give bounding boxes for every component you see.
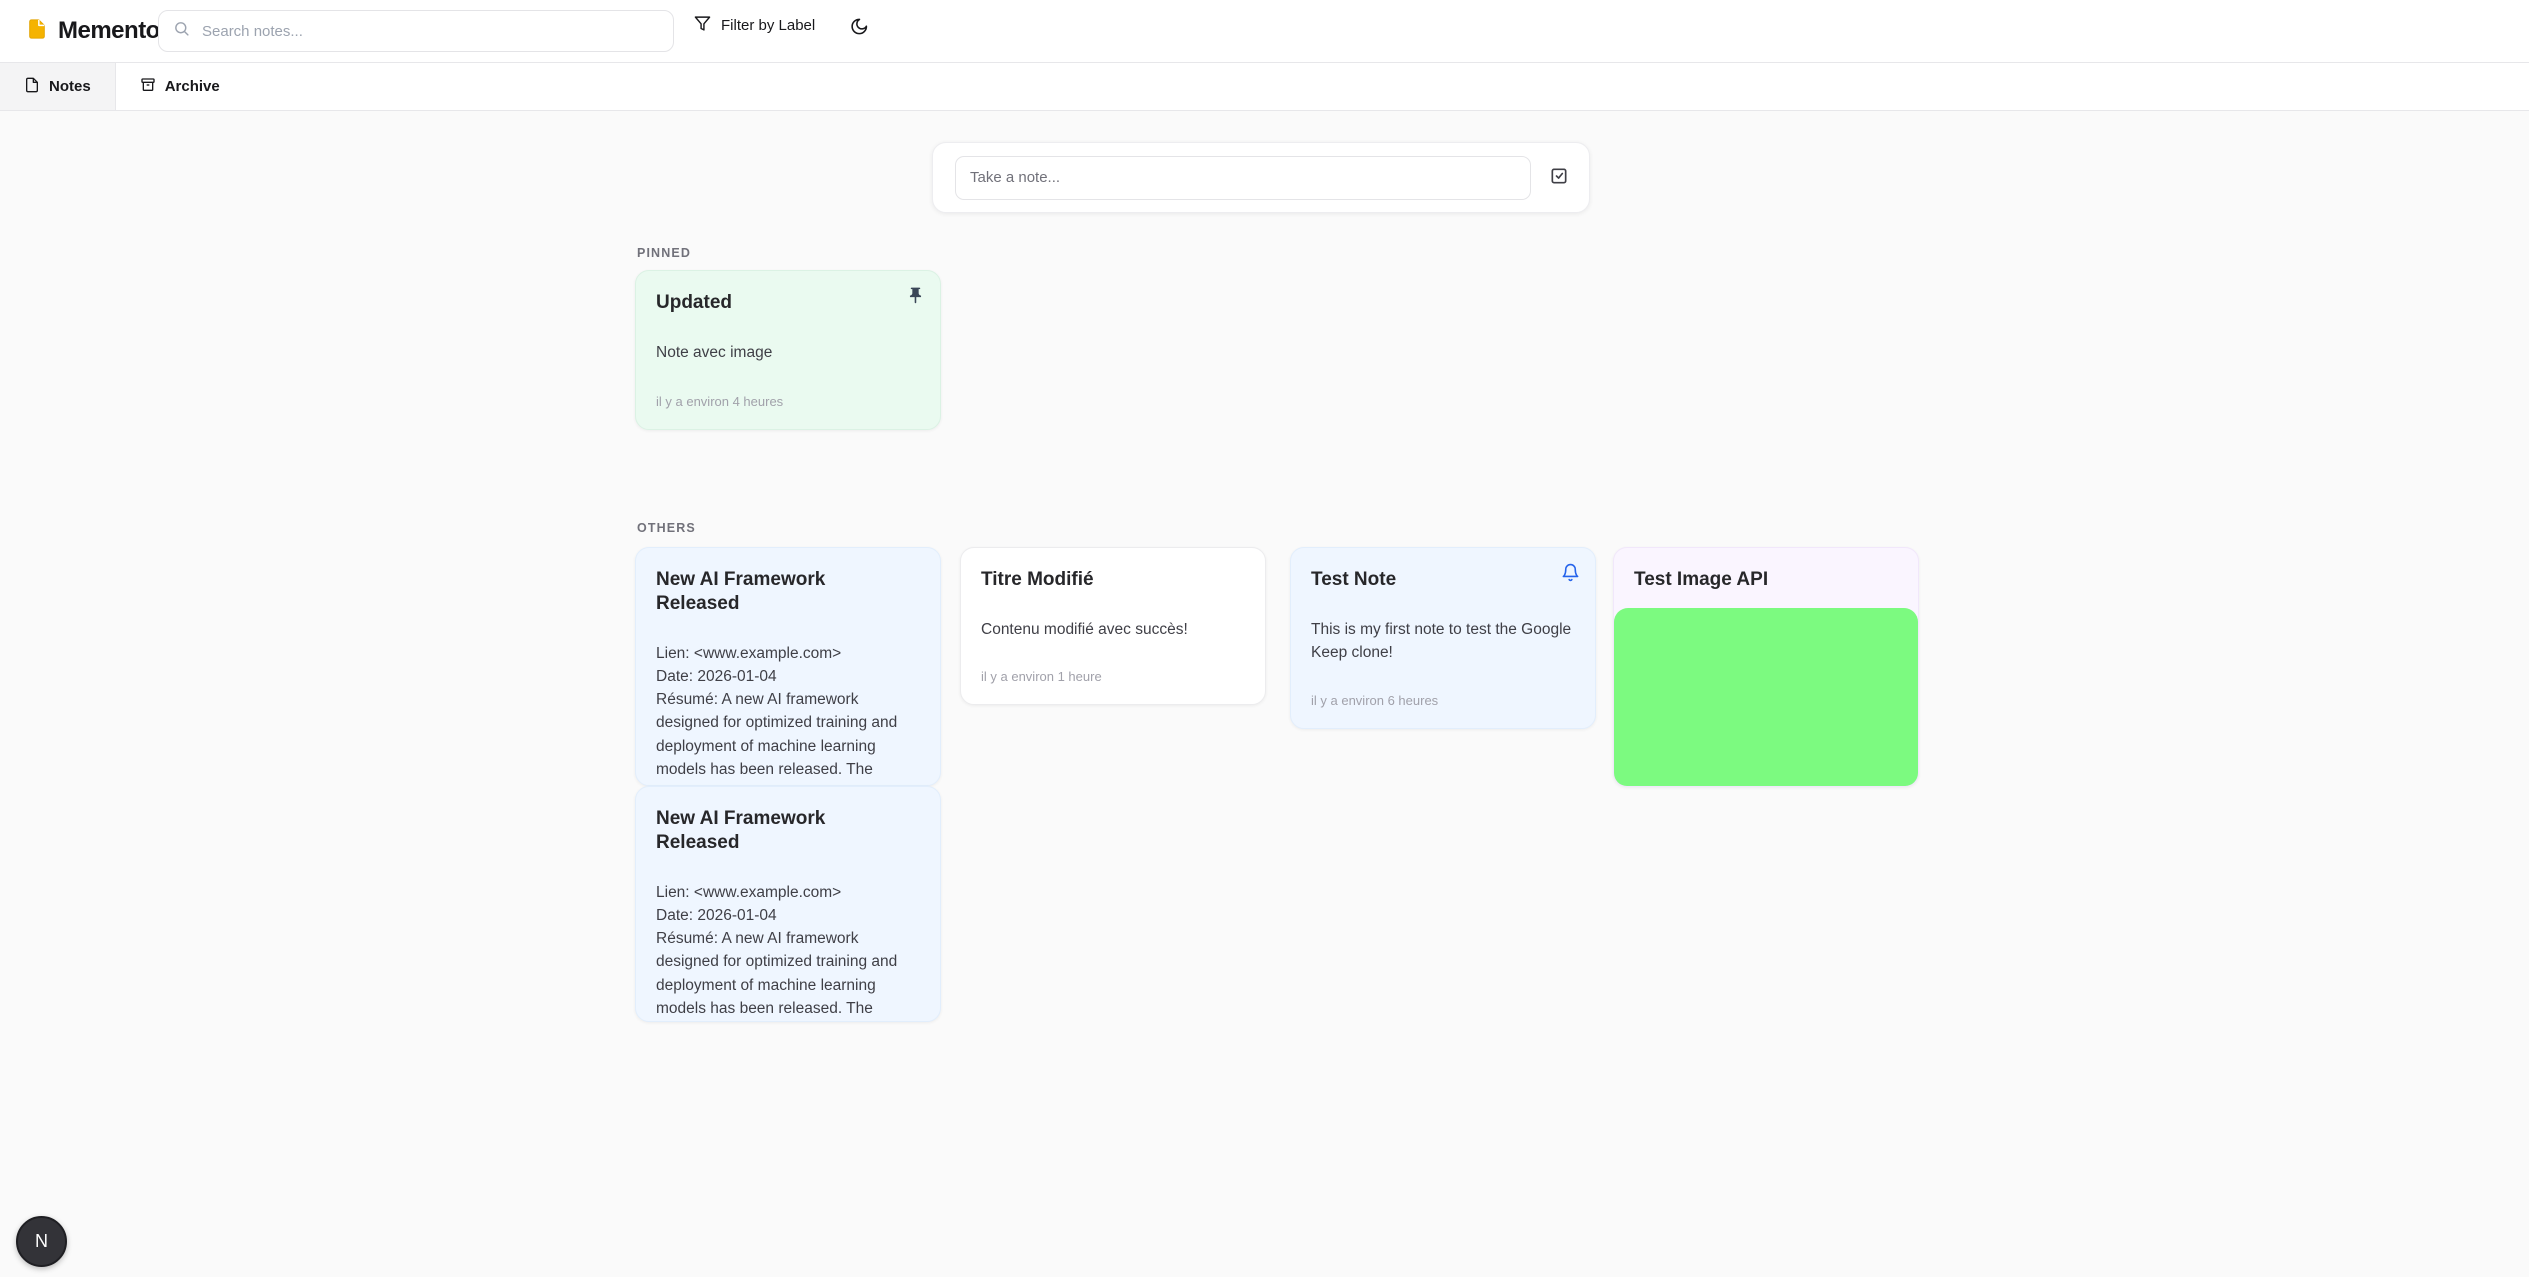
note-composer [932, 142, 1590, 213]
note-title: New AI Framework Released [656, 807, 920, 855]
header: Memento Filter by Label [0, 0, 2529, 63]
note-card[interactable]: Titre Modifié Contenu modifié avec succès… [960, 547, 1266, 705]
note-content: Lien: <www.example.com> Date: 2026-01-04… [656, 642, 920, 787]
note-card[interactable]: Updated Note avec image il y a environ 4 h… [635, 270, 941, 430]
note-card[interactable]: New AI Framework Released Lien: <www.exam… [635, 547, 941, 786]
search-box [158, 10, 674, 52]
avatar-initial: N [35, 1231, 48, 1252]
tab-archive-label: Archive [165, 78, 220, 95]
filter-icon [694, 15, 711, 36]
moon-icon [850, 24, 869, 39]
note-timestamp: il y a environ 4 heures [656, 380, 920, 409]
app-title: Memento [58, 17, 160, 45]
filter-by-label-button[interactable]: Filter by Label [688, 14, 821, 37]
note-timestamp: il y a environ 6 heures [1311, 679, 1575, 708]
pin-icon[interactable] [904, 284, 927, 310]
tab-bar: Notes Archive [0, 63, 2529, 111]
note-title: Test Image API [1634, 568, 1898, 592]
bell-icon[interactable] [1559, 561, 1582, 587]
note-icon [24, 77, 40, 97]
note-content: Lien: <www.example.com> Date: 2026-01-04… [656, 881, 920, 1023]
take-note-input[interactable] [955, 156, 1531, 200]
note-image [1614, 608, 1918, 787]
user-avatar[interactable]: N [16, 1216, 67, 1267]
tab-notes[interactable]: Notes [0, 63, 116, 110]
note-title: Test Note [1311, 568, 1575, 592]
note-card[interactable]: Test Note This is my first note to test t… [1290, 547, 1596, 729]
others-section-label: OTHERS [637, 521, 696, 535]
dark-mode-toggle[interactable] [848, 15, 871, 41]
note-content: Contenu modifié avec succès! [981, 618, 1245, 641]
note-timestamp: il y a environ 1 heure [981, 655, 1245, 684]
note-content: Note avec image [656, 341, 920, 364]
pinned-section-label: PINNED [637, 246, 691, 260]
note-title: New AI Framework Released [656, 568, 920, 616]
note-card[interactable]: Test Image API [1613, 547, 1919, 787]
note-card[interactable]: New AI Framework Released Lien: <www.exam… [635, 786, 941, 1022]
search-icon [173, 20, 190, 42]
tab-notes-label: Notes [49, 78, 91, 95]
note-title: Updated [656, 291, 920, 315]
archive-icon [140, 77, 156, 97]
note-content: This is my first note to test the Google… [1311, 618, 1575, 665]
brand: Memento [26, 16, 160, 47]
note-title: Titre Modifié [981, 568, 1245, 592]
app-logo-icon [26, 16, 48, 47]
new-checklist-button[interactable] [1545, 162, 1573, 193]
search-input[interactable] [200, 22, 659, 41]
filter-label: Filter by Label [721, 17, 815, 34]
checkbox-icon [1549, 174, 1569, 189]
tab-archive[interactable]: Archive [116, 63, 245, 110]
